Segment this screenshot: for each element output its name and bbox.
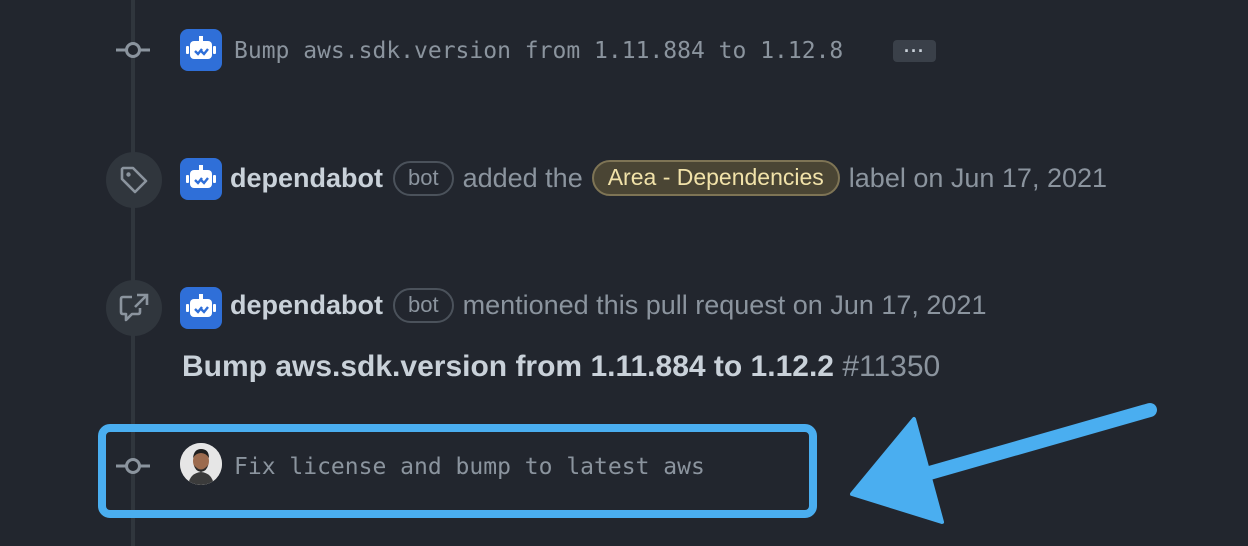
annotation-arrow-icon	[850, 403, 1157, 524]
